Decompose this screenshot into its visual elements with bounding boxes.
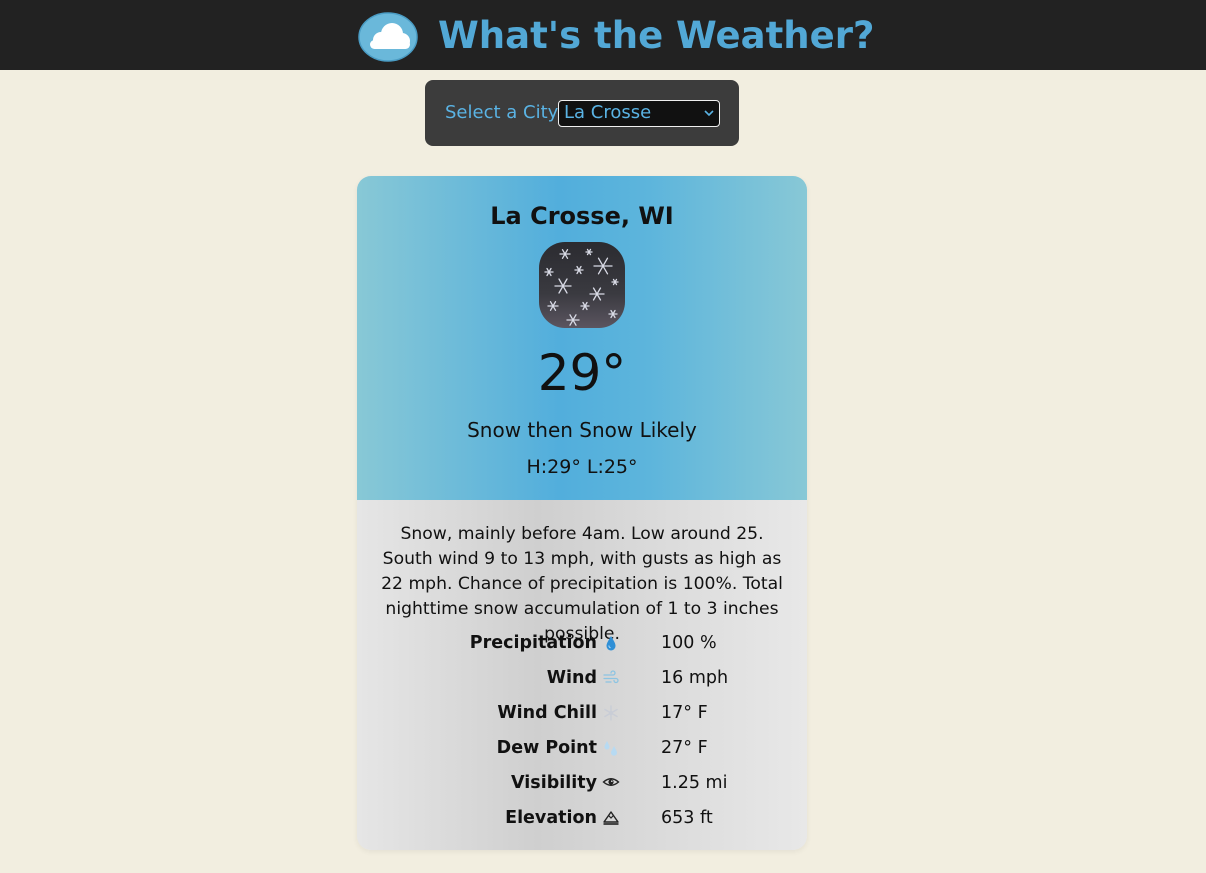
forecast-summary-panel: La Crosse, WI 29° Snow then Snow Likely … [357, 176, 807, 500]
stat-row-elevation: Elevation 653 ft [357, 803, 807, 833]
stat-value: 1.25 mi [661, 773, 728, 793]
high-low-temperature: H:29° L:25° [526, 456, 638, 478]
short-forecast: Snow then Snow Likely [467, 418, 697, 442]
stat-label: Dew Point [496, 738, 597, 758]
stat-label: Elevation [505, 808, 597, 828]
stat-row-precipitation: Precipitation 100 % [357, 628, 807, 658]
stat-row-wind-chill: Wind Chill 17° F [357, 698, 807, 728]
stat-value: 16 mph [661, 668, 729, 688]
current-temperature: 29° [537, 344, 627, 402]
city-select-value: La Crosse [564, 102, 652, 123]
droplets-icon [604, 741, 617, 756]
forecast-card: La Crosse, WI 29° Snow then Snow Likely … [357, 176, 807, 850]
mountain-icon [603, 811, 619, 825]
stat-label: Wind Chill [497, 703, 597, 723]
cloud-icon [358, 12, 418, 62]
stat-row-dew-point: Dew Point 27° F [357, 733, 807, 763]
eye-icon [602, 778, 620, 786]
chevron-down-icon [704, 110, 714, 117]
city-selector-bar: Select a City: La Crosse [425, 80, 739, 146]
stat-value: 27° F [661, 738, 708, 758]
wind-icon [603, 670, 619, 684]
app-header: What's the Weather? [0, 0, 1206, 70]
raindrop-icon [606, 636, 616, 651]
stat-label: Visibility [511, 773, 597, 793]
city-select-label: Select a City: [445, 102, 564, 123]
stat-value: 100 % [661, 633, 717, 653]
snow-icon [539, 242, 625, 328]
stat-label: Precipitation [469, 633, 597, 653]
stat-row-wind: Wind 16 mph [357, 663, 807, 693]
stat-label: Wind [546, 668, 597, 688]
stat-value: 17° F [661, 703, 708, 723]
snowflake-icon [604, 705, 618, 721]
location-title: La Crosse, WI [490, 202, 674, 230]
stat-value: 653 ft [661, 808, 713, 828]
city-select[interactable]: La Crosse [558, 100, 720, 127]
app-title: What's the Weather? [438, 14, 875, 57]
stat-row-visibility: Visibility 1.25 mi [357, 768, 807, 798]
